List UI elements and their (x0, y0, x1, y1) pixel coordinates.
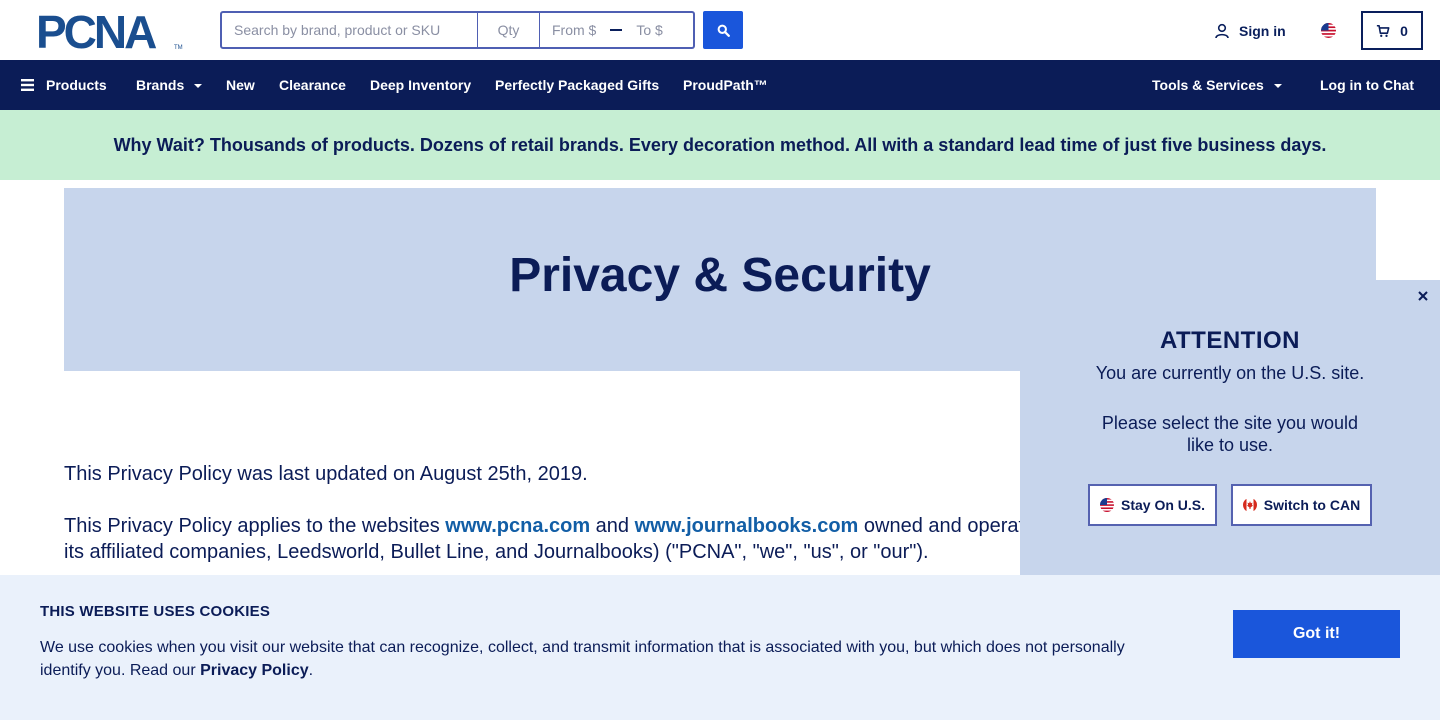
pcna-link[interactable]: www.pcna.com (445, 515, 590, 537)
journalbooks-link[interactable]: www.journalbooks.com (635, 515, 859, 537)
nav-deep-inventory[interactable]: Deep Inventory (370, 60, 471, 110)
svg-text:TM: TM (174, 45, 183, 51)
pcna-logo[interactable]: PCNA TM (36, 6, 184, 58)
privacy-policy-link[interactable]: Privacy Policy (200, 662, 309, 679)
affiliates-text: its affiliated companies, Leedsworld, Bu… (64, 541, 929, 563)
nav-tools-services-label: Tools & Services (1152, 77, 1264, 93)
price-range-dash (610, 29, 623, 31)
us-flag-icon (1099, 498, 1114, 512)
price-from-placeholder[interactable]: From $ (552, 22, 596, 38)
search-button[interactable] (703, 11, 743, 49)
nav-brands-label: Brands (136, 77, 185, 93)
current-site-text: You are currently on the U.S. site. (1095, 363, 1365, 383)
canada-flag-icon (1242, 498, 1257, 512)
attention-title: ATTENTION (1159, 327, 1301, 354)
switch-to-can-button[interactable]: Switch to CAN (1231, 484, 1372, 526)
site-prompt-text: Please select the site you would like to… (1101, 413, 1359, 455)
chevron-down-icon (1273, 84, 1282, 88)
cookie-text: We use cookies when you visit our websit… (40, 636, 1150, 682)
user-icon (1215, 23, 1229, 39)
nav-new[interactable]: New (226, 60, 255, 110)
stay-on-us-button[interactable]: Stay On U.S. (1088, 484, 1217, 526)
nav-perfectly-packaged-gifts[interactable]: Perfectly Packaged Gifts (495, 60, 659, 110)
site-header: PCNA TM Search by brand, product or SKU … (0, 0, 1440, 60)
applies-suffix: owned and operat (858, 515, 1025, 537)
nav-log-in-chat[interactable]: Log in to Chat (1320, 60, 1414, 110)
switch-to-can-label: Switch to CAN (1263, 497, 1361, 513)
cookie-title: THIS WEBSITE USES COOKIES (40, 603, 271, 620)
page-title: Privacy & Security (509, 249, 931, 302)
cart-count: 0 (1400, 22, 1408, 39)
cart-button[interactable]: 0 (1361, 11, 1423, 50)
chevron-down-icon (194, 84, 203, 88)
stay-on-us-label: Stay On U.S. (1120, 497, 1206, 513)
menu-icon (21, 79, 34, 91)
cart-icon (1376, 24, 1390, 37)
applies-prefix: This Privacy Policy applies to the websi… (64, 515, 446, 537)
search-bar: Search by brand, product or SKU Qty From… (220, 11, 695, 49)
nav-proudpath[interactable]: ProudPath™ (683, 60, 768, 110)
nav-products[interactable]: Products (21, 60, 107, 110)
search-input[interactable]: Search by brand, product or SKU (220, 11, 478, 49)
nav-products-label: Products (46, 77, 107, 93)
svg-text:PCNA: PCNA (36, 11, 156, 51)
promo-banner: Why Wait? Thousands of products. Dozens … (0, 110, 1440, 180)
qty-input[interactable]: Qty (478, 11, 540, 49)
sign-in-link[interactable]: Sign in (1214, 21, 1286, 41)
promo-text: Why Wait? Thousands of products. Dozens … (113, 134, 1327, 155)
cookie-banner: THIS WEBSITE USES COOKIES We use cookies… (0, 575, 1440, 720)
nav-clearance[interactable]: Clearance (279, 60, 346, 110)
us-flag-icon (1321, 23, 1336, 38)
nav-tools-services[interactable]: Tools & Services (1152, 60, 1282, 110)
close-icon (1418, 291, 1428, 301)
main-nav: Products Brands New Clearance Deep Inven… (0, 60, 1440, 110)
price-range-input[interactable]: From $ To $ (540, 11, 695, 49)
qty-placeholder: Qty (497, 22, 520, 38)
price-to-placeholder[interactable]: To $ (636, 22, 662, 38)
applies-and: and (590, 515, 635, 537)
close-button[interactable] (1415, 288, 1431, 304)
got-it-button[interactable]: Got it! (1233, 610, 1400, 658)
search-icon (717, 24, 730, 37)
search-placeholder: Search by brand, product or SKU (234, 22, 441, 38)
sign-in-label: Sign in (1239, 23, 1286, 39)
site-selector-panel: ATTENTION You are currently on the U.S. … (1020, 280, 1440, 575)
nav-brands[interactable]: Brands (136, 60, 203, 110)
cookie-period: . (308, 662, 314, 679)
country-selector[interactable] (1321, 23, 1336, 38)
